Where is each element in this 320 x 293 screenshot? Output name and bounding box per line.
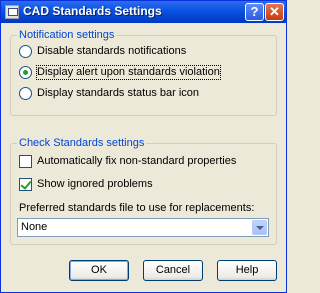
app-icon [5, 5, 19, 19]
radio-label: Display standards status bar icon [37, 87, 200, 99]
chevron-down-icon[interactable] [252, 220, 267, 235]
checkbox-label: Automatically fix non-standard propertie… [37, 155, 237, 167]
radio-button[interactable] [19, 87, 32, 100]
close-button[interactable]: ✕ [265, 3, 284, 21]
preferred-file-dropdown[interactable]: None [17, 218, 269, 237]
check-standards-label: Check Standards settings [17, 137, 147, 149]
title-bar[interactable]: CAD Standards Settings ? ✕ [1, 1, 286, 23]
radio-button[interactable] [19, 45, 32, 58]
dialog-window: CAD Standards Settings ? ✕ Notification … [0, 0, 287, 293]
cancel-button[interactable]: Cancel [143, 260, 203, 281]
notification-settings-label: Notification settings [17, 29, 117, 41]
preferred-file-label: Preferred standards file to use for repl… [19, 202, 255, 214]
checkbox[interactable] [19, 178, 32, 191]
help-button[interactable]: Help [217, 260, 277, 281]
checkbox[interactable] [19, 155, 32, 168]
checkbox-label: Show ignored problems [37, 178, 153, 190]
ok-button[interactable]: OK [69, 260, 129, 281]
check-standards-group: Check Standards settings Automatically f… [10, 137, 277, 245]
window-title: CAD Standards Settings [23, 4, 162, 18]
radio-label: Display alert upon standards violation [36, 65, 221, 80]
help-title-button[interactable]: ? [245, 3, 264, 21]
radio-button[interactable] [19, 66, 32, 79]
radio-label: Disable standards notifications [37, 45, 187, 57]
notification-settings-group: Notification settings Disable standards … [10, 29, 277, 116]
dropdown-value: None [21, 221, 48, 233]
